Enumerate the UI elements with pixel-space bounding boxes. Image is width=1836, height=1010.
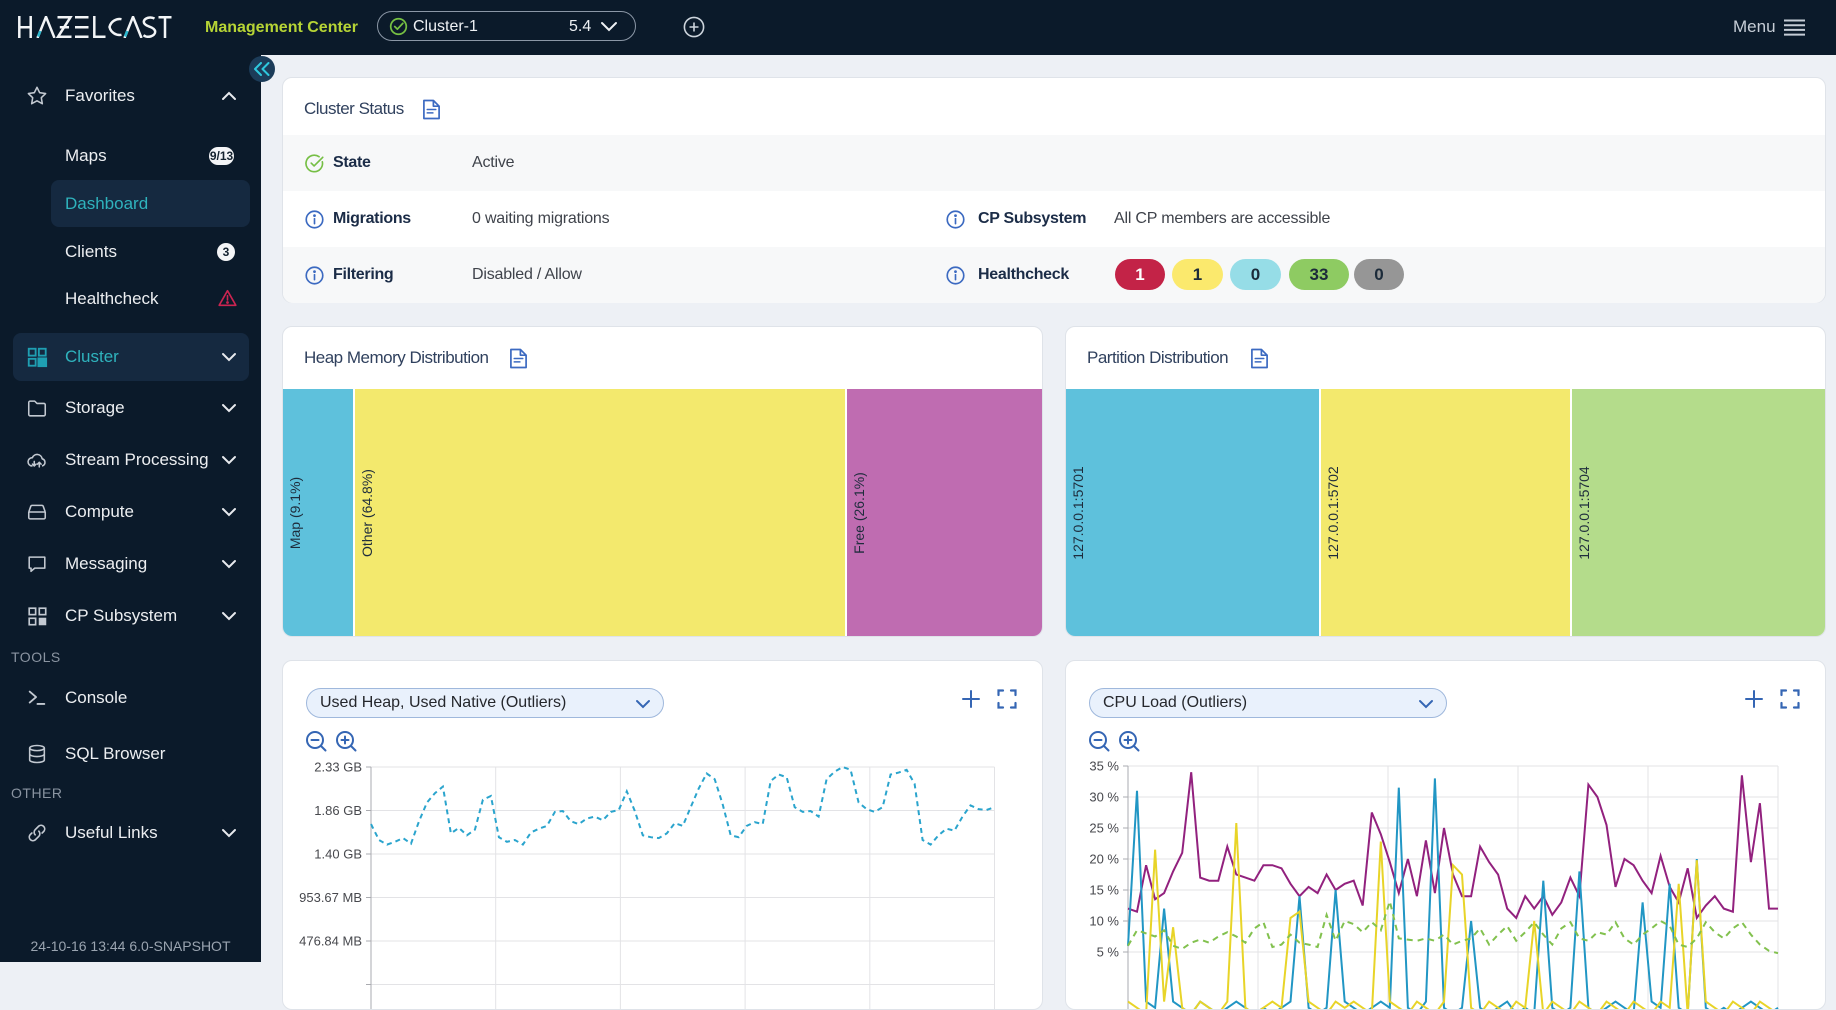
svg-text:5 %: 5 %	[1097, 945, 1120, 960]
svg-text:1.40 GB: 1.40 GB	[314, 847, 362, 862]
svg-text:953.67 MB: 953.67 MB	[299, 890, 362, 905]
svg-text:476.84 MB: 476.84 MB	[299, 934, 362, 949]
svg-text:30 %: 30 %	[1089, 790, 1119, 805]
svg-text:20 %: 20 %	[1089, 852, 1119, 867]
svg-text:15 %: 15 %	[1089, 883, 1119, 898]
svg-text:10 %: 10 %	[1089, 914, 1119, 929]
svg-text:1.86 GB: 1.86 GB	[314, 803, 362, 818]
svg-text:25 %: 25 %	[1089, 821, 1119, 836]
svg-text:35 %: 35 %	[1089, 759, 1119, 774]
svg-text:2.33 GB: 2.33 GB	[314, 760, 362, 775]
